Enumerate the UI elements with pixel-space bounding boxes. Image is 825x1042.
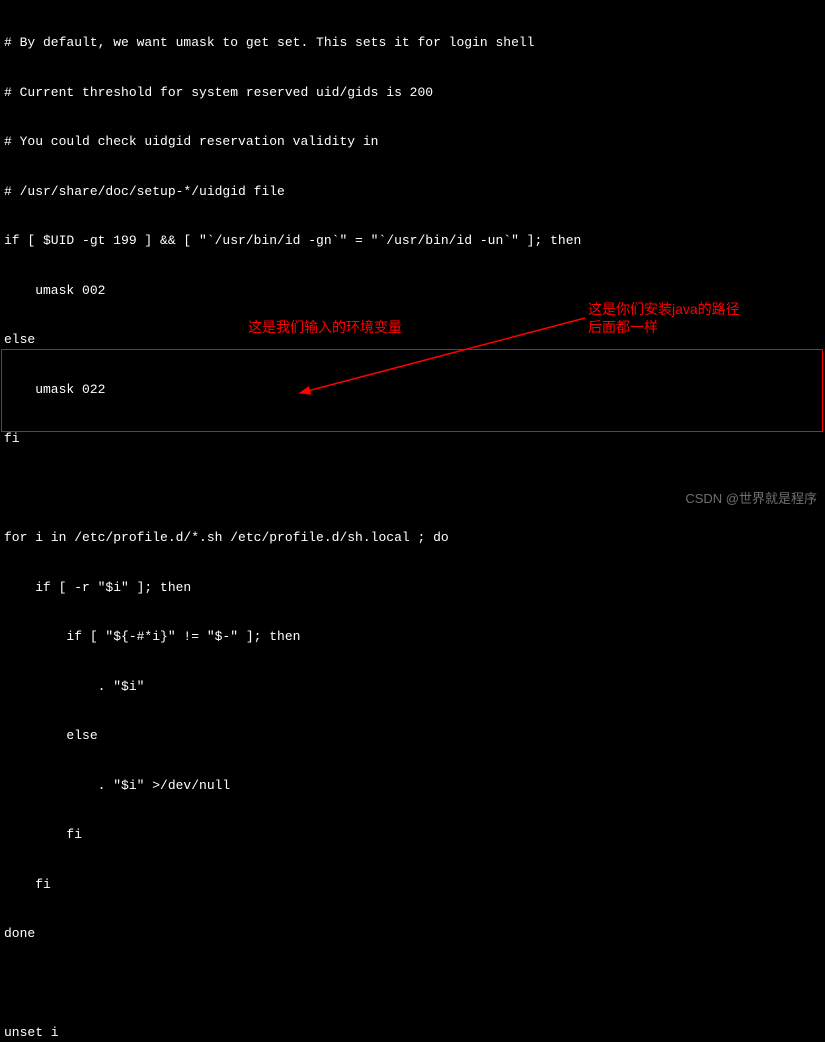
code-line: unset i (4, 1025, 821, 1042)
code-line: fi (4, 431, 821, 448)
code-line: umask 022 (4, 382, 821, 399)
code-line: fi (4, 877, 821, 894)
code-line: else (4, 332, 821, 349)
code-line: for i in /etc/profile.d/*.sh /etc/profil… (4, 530, 821, 547)
code-line: done (4, 926, 821, 943)
code-line: if [ $UID -gt 199 ] && [ "`/usr/bin/id -… (4, 233, 821, 250)
code-line: if [ -r "$i" ]; then (4, 580, 821, 597)
code-line: . "$i" (4, 679, 821, 696)
code-line (4, 481, 821, 498)
terminal-viewport[interactable]: # By default, we want umask to get set. … (0, 0, 825, 1042)
code-line: fi (4, 827, 821, 844)
code-line: else (4, 728, 821, 745)
code-line: # Current threshold for system reserved … (4, 85, 821, 102)
code-line: if [ "${-#*i}" != "$-" ]; then (4, 629, 821, 646)
code-line: umask 002 (4, 283, 821, 300)
code-line: # By default, we want umask to get set. … (4, 35, 821, 52)
code-line: . "$i" >/dev/null (4, 778, 821, 795)
code-line: # /usr/share/doc/setup-*/uidgid file (4, 184, 821, 201)
code-line (4, 976, 821, 993)
code-line: # You could check uidgid reservation val… (4, 134, 821, 151)
